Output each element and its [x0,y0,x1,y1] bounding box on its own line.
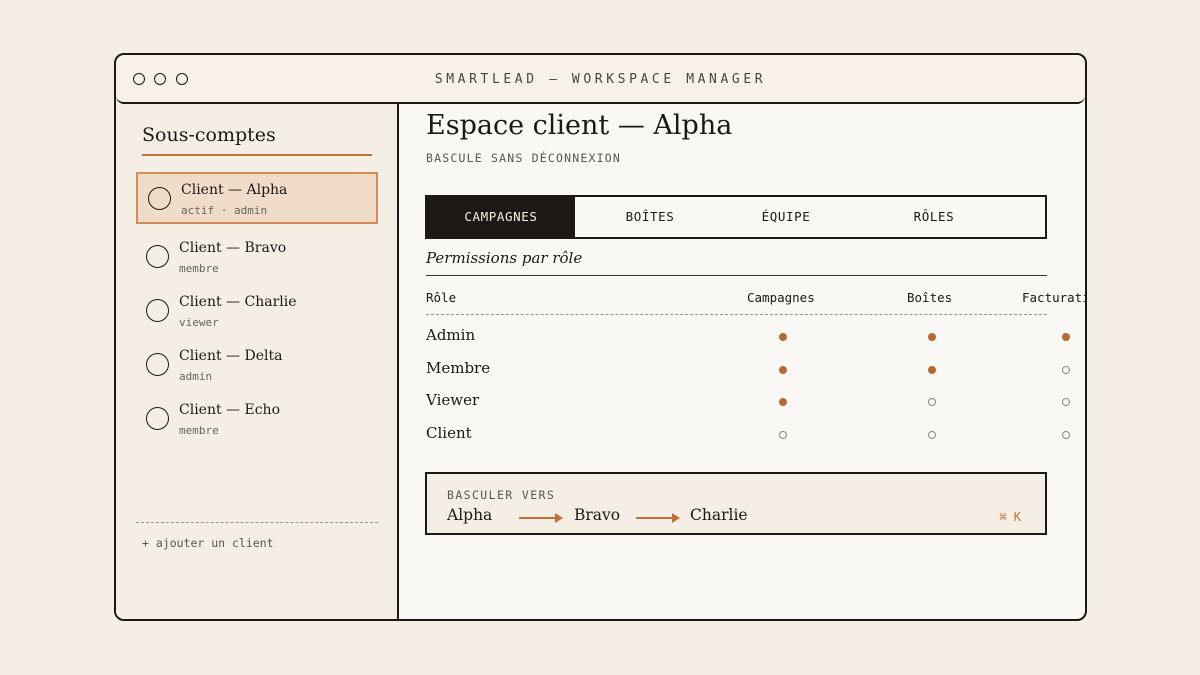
app-window: SMARTLEAD — WORKSPACE MANAGER Sous-compt… [114,53,1087,621]
filled-dot-icon [779,333,787,341]
client-name: Client — Bravo [179,240,287,256]
sidebar-item-client-delta[interactable]: Client — Delta admin [136,340,378,392]
client-role: actif · admin [181,204,268,217]
radio-circle-icon [146,407,169,430]
client-name: Client — Alpha [181,182,288,198]
main-panel: Espace client — Alpha BASCULE SANS DÉCON… [401,104,1085,619]
column-header-role: Rôle [426,290,457,305]
hollow-dot-icon [1062,398,1070,406]
add-client-link[interactable]: + ajouter un client [142,536,274,550]
tab-campagnes[interactable]: CAMPAGNES [427,197,575,237]
client-role: membre [179,262,219,275]
filled-dot-icon [928,333,936,341]
radio-circle-icon [146,299,169,322]
sidebar-item-client-bravo[interactable]: Client — Bravo membre [136,232,378,284]
tab-roles[interactable]: RÔLES [847,197,1021,237]
client-role: viewer [179,316,219,329]
sidebar-item-client-echo[interactable]: Client — Echo membre [136,394,378,446]
permissions-title: Permissions par rôle [426,249,583,267]
quick-switcher: BASCULER VERS Alpha Bravo Charlie ⌘ K [425,472,1047,535]
filled-dot-icon [1062,333,1070,341]
hollow-dot-icon [1062,366,1070,374]
column-header-boites: Boîtes [907,290,953,305]
title-bar: SMARTLEAD — WORKSPACE MANAGER [116,55,1085,104]
sidebar-item-client-alpha[interactable]: Client — Alpha actif · admin [136,172,378,224]
hollow-dot-icon [928,398,936,406]
radio-circle-icon [148,187,171,210]
switch-target-charlie[interactable]: Charlie [690,506,748,524]
keyboard-shortcut-hint: ⌘ K [999,510,1021,524]
arrow-right-icon [636,513,680,523]
sidebar-item-client-charlie[interactable]: Client — Charlie viewer [136,286,378,338]
switcher-label: BASCULER VERS [447,488,556,502]
sidebar-title-rule [142,154,372,156]
client-name: Client — Echo [179,402,281,418]
permissions-rule [426,275,1047,277]
hollow-dot-icon [928,431,936,439]
radio-circle-icon [146,245,169,268]
sidebar: Sous-comptes Client — Alpha actif · admi… [116,104,399,619]
client-name: Client — Charlie [179,294,297,310]
page-subtitle: BASCULE SANS DÉCONNEXION [426,151,621,165]
client-name: Client — Delta [179,348,283,364]
window-title: SMARTLEAD — WORKSPACE MANAGER [434,72,767,87]
column-header-facturation: Facturation [1022,290,1085,305]
sidebar-title: Sous-comptes [142,124,276,146]
client-role: membre [179,424,219,437]
tab-bar: CAMPAGNES BOÎTES ÉQUIPE RÔLES [425,195,1047,239]
filled-dot-icon [928,366,936,374]
sidebar-divider [136,522,378,523]
row-label-admin: Admin [426,326,476,344]
row-label-viewer: Viewer [426,391,480,409]
page-title: Espace client — Alpha [426,110,733,141]
table-header-divider [426,314,1047,315]
arrow-right-icon [519,513,563,523]
tab-boites[interactable]: BOÎTES [575,197,725,237]
hollow-dot-icon [1062,431,1070,439]
filled-dot-icon [779,366,787,374]
filled-dot-icon [779,398,787,406]
tab-equipe[interactable]: ÉQUIPE [725,197,847,237]
switch-target-bravo[interactable]: Bravo [574,506,620,524]
client-role: admin [179,370,213,383]
row-label-client: Client [426,424,472,442]
row-label-membre: Membre [426,359,491,377]
switch-target-alpha[interactable]: Alpha [447,506,492,524]
hollow-dot-icon [779,431,787,439]
column-header-campagnes: Campagnes [747,290,815,305]
radio-circle-icon [146,353,169,376]
